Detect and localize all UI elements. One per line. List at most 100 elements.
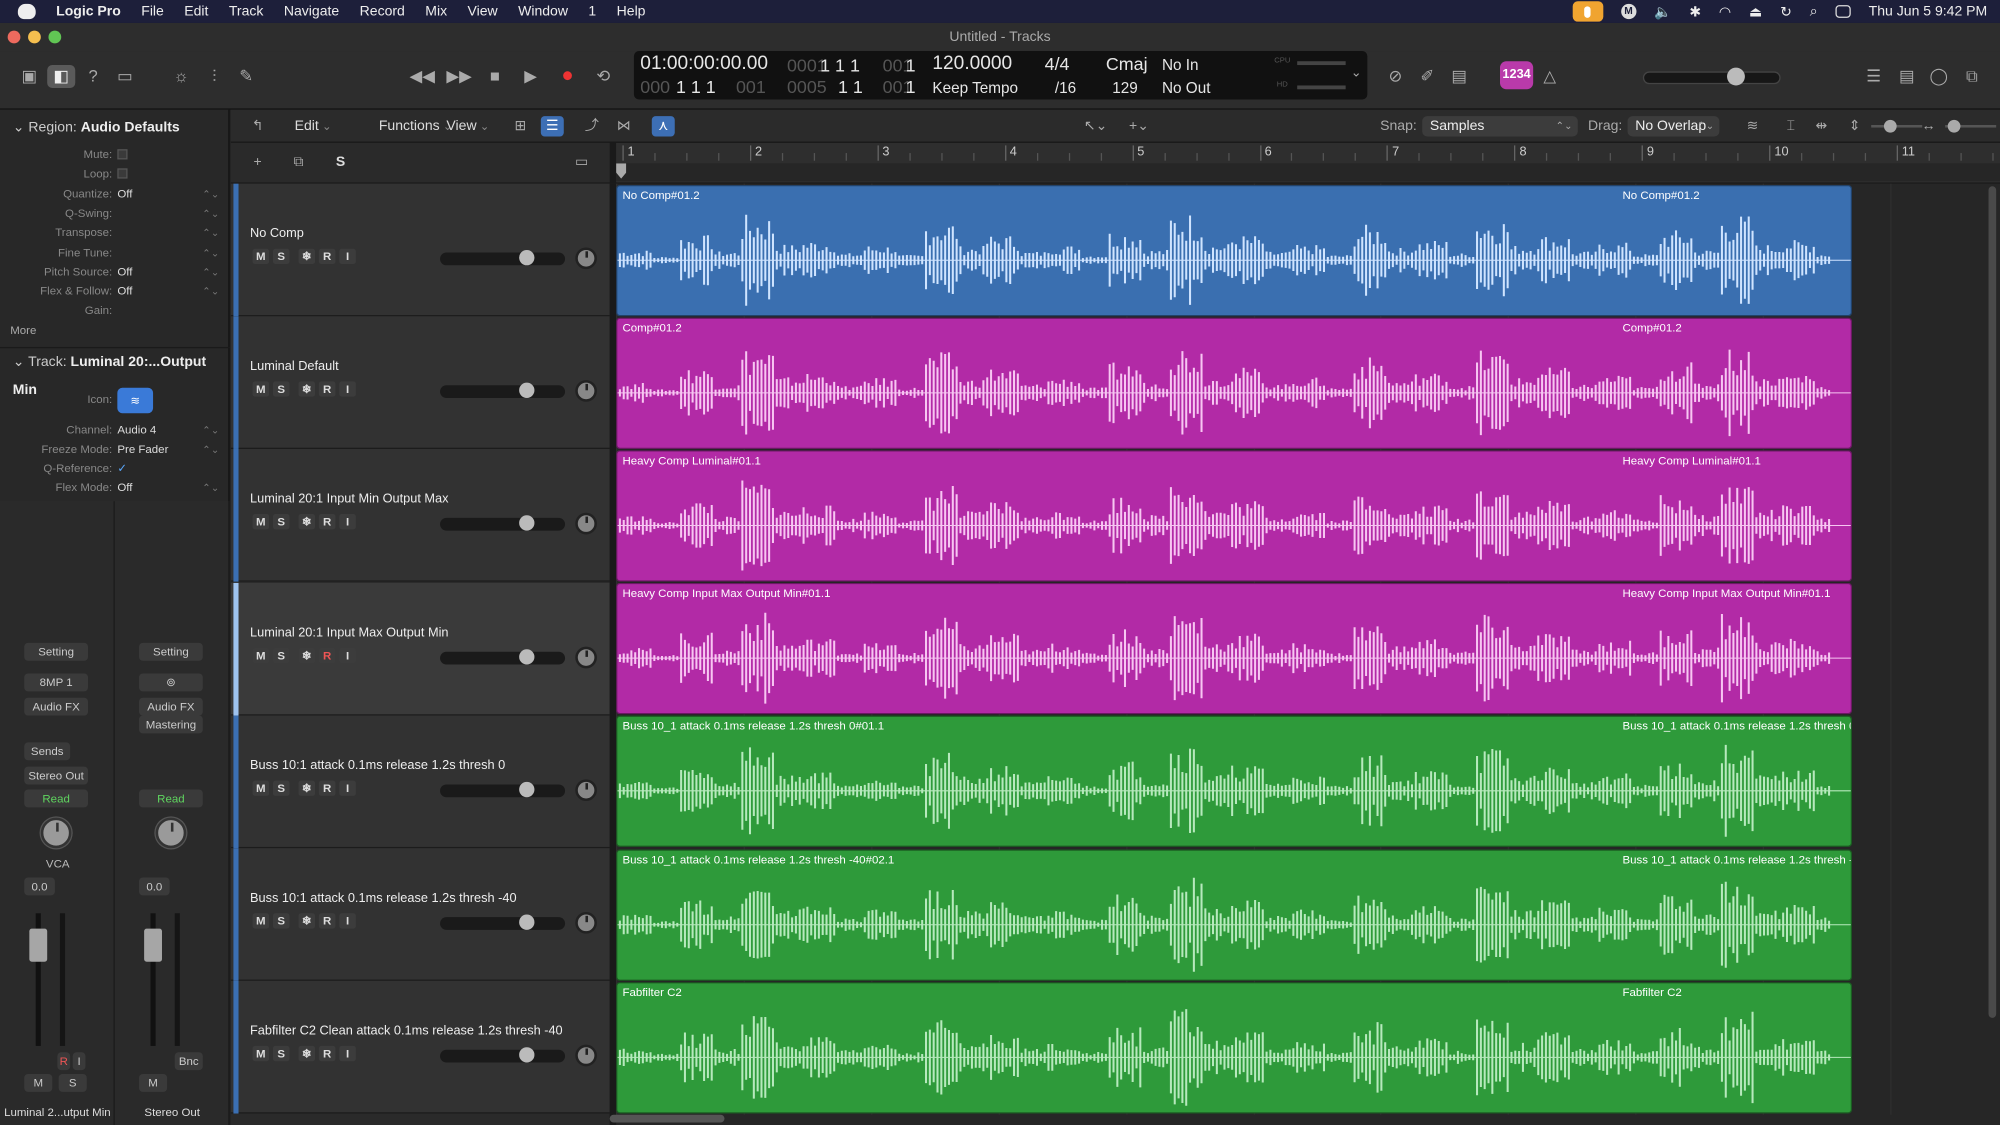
waveform-zoom-icon[interactable]: ≋ xyxy=(1741,116,1764,136)
pointer-tool-icon[interactable]: ↖⌄ xyxy=(1078,116,1114,136)
microphone-icon[interactable] xyxy=(1572,1,1603,22)
wifi-icon[interactable]: ◠ xyxy=(1719,3,1731,20)
solo-button[interactable]: S xyxy=(272,248,290,265)
link-icon[interactable]: ⊚ xyxy=(139,673,203,692)
strip-automation-button[interactable]: Read xyxy=(139,789,203,808)
record-enable-button[interactable]: R xyxy=(318,780,336,796)
strip-mute-button[interactable]: M xyxy=(139,1073,168,1092)
strip-pan-knob[interactable] xyxy=(40,817,72,849)
volume-icon[interactable]: 🔈 xyxy=(1654,3,1671,20)
duplicate-track-icon[interactable]: ⧉ xyxy=(287,152,310,172)
stepper-icon[interactable]: ⌃⌄ xyxy=(202,421,219,440)
stepper-icon[interactable]: ⌃⌄ xyxy=(202,223,219,242)
toolbar-icon[interactable]: ▭ xyxy=(111,65,139,88)
freeze-button[interactable]: ❄ xyxy=(298,780,316,796)
track-name[interactable]: Fabfilter C2 Clean attack 0.1ms release … xyxy=(250,1024,563,1038)
track-volume-slider[interactable] xyxy=(440,518,566,532)
cycle-area[interactable] xyxy=(616,163,2000,182)
track-name[interactable]: Luminal 20:1 Input Max Output Min xyxy=(250,626,449,640)
stepper-icon[interactable]: ⌃⌄ xyxy=(202,184,219,203)
solo-button[interactable]: S xyxy=(272,381,290,397)
catch-icon[interactable]: ⋏ xyxy=(651,116,675,137)
vertical-fit-icon[interactable]: ⌶ xyxy=(1779,116,1802,136)
lcd-division[interactable]: /16 xyxy=(1055,79,1076,97)
play-icon[interactable]: ▶ xyxy=(517,65,545,88)
track-pan-knob[interactable] xyxy=(575,1044,597,1067)
solo-button[interactable]: S xyxy=(272,780,290,796)
metronome-icon[interactable]: △ xyxy=(1536,65,1564,88)
strip-fader-cap[interactable] xyxy=(144,928,162,962)
master-volume-slider[interactable] xyxy=(1642,71,1781,85)
strip-sends-slot[interactable]: Sends xyxy=(24,742,71,761)
track-volume-knob[interactable] xyxy=(519,249,535,266)
strip-pan-knob[interactable] xyxy=(155,817,187,849)
replace-icon[interactable]: ✐ xyxy=(1413,65,1441,88)
track-prop-row[interactable]: Q-Reference: ✓ xyxy=(0,459,230,478)
record-enable-button[interactable]: R xyxy=(318,913,336,929)
zoom-window-button[interactable] xyxy=(48,30,62,44)
search-icon[interactable]: ⌕ xyxy=(1810,3,1818,20)
fast-forward-icon[interactable]: ▶▶ xyxy=(445,65,473,88)
input-monitor-button[interactable]: I xyxy=(339,780,356,796)
track-volume-knob[interactable] xyxy=(519,914,535,930)
track-name[interactable]: Luminal Default xyxy=(250,360,339,374)
track-list-icon[interactable]: ▭ xyxy=(570,152,593,172)
browsers-icon[interactable]: ⧉ xyxy=(1958,65,1986,88)
track-header[interactable]: Luminal Default M S ❄ R I xyxy=(230,316,610,450)
minimize-window-button[interactable] xyxy=(28,30,41,44)
global-solo-icon[interactable]: S xyxy=(329,152,352,172)
strip-setting-button[interactable]: Setting xyxy=(139,642,203,661)
drag-select[interactable]: No Overlap xyxy=(1627,116,1720,137)
track-name[interactable]: Luminal 20:1 Input Min Output Max xyxy=(250,493,449,507)
solo-button[interactable]: S xyxy=(272,913,290,929)
mute-button[interactable]: M xyxy=(252,248,270,265)
list-editors-icon[interactable]: ☰ xyxy=(1860,65,1888,88)
record-enable-button[interactable]: R xyxy=(318,514,336,530)
record-icon[interactable]: ● xyxy=(554,65,582,88)
command-tool-icon[interactable]: +⌄ xyxy=(1121,116,1157,136)
track-volume-slider[interactable] xyxy=(440,651,566,665)
strip-automation-button[interactable]: Read xyxy=(24,789,89,808)
track-name[interactable]: No Comp xyxy=(250,227,304,241)
stepper-icon[interactable]: ⌃⌄ xyxy=(202,243,219,262)
strip-mastering-slot[interactable]: Mastering xyxy=(139,715,203,734)
strip-name-stereo-out[interactable]: Stereo Out xyxy=(115,1102,230,1122)
menu-edit[interactable]: Edit xyxy=(174,4,219,19)
loop-browser-icon[interactable]: ◯ xyxy=(1925,65,1953,88)
strip-audio-fx-slot[interactable]: Audio FX xyxy=(139,697,203,716)
menubar-clock[interactable]: Thu Jun 5 9:42 PM xyxy=(1869,4,1988,19)
solo-button[interactable]: S xyxy=(272,1046,290,1062)
lcd-tempo-mode[interactable]: Keep Tempo xyxy=(932,79,1018,97)
menu-1[interactable]: 1 xyxy=(578,4,606,19)
strip-mute-button[interactable]: M xyxy=(24,1073,53,1092)
app-menu[interactable]: Logic Pro xyxy=(46,4,131,19)
vertical-zoom-knob[interactable] xyxy=(1883,119,1897,133)
input-monitor-button[interactable]: I xyxy=(339,514,356,530)
horizontal-zoom-knob[interactable] xyxy=(1947,119,1961,133)
tuner-icon[interactable]: ⊘ xyxy=(1381,65,1409,88)
view-menu[interactable]: View xyxy=(439,116,497,136)
stepper-icon[interactable]: ⌃⌄ xyxy=(202,478,219,497)
track-pan-knob[interactable] xyxy=(575,513,597,535)
freeze-button[interactable]: ❄ xyxy=(298,647,316,663)
strip-setting-button[interactable]: Setting xyxy=(24,642,89,661)
notepad-icon[interactable]: ▤ xyxy=(1893,65,1921,88)
region-prop-row[interactable]: Quantize: Off ⌃⌄ xyxy=(0,184,230,203)
new-track-icon[interactable]: + xyxy=(246,152,269,172)
track-pan-knob[interactable] xyxy=(575,911,597,934)
record-enable-button[interactable]: R xyxy=(318,647,336,663)
time-machine-icon[interactable]: ↻ xyxy=(1780,3,1792,20)
track-volume-knob[interactable] xyxy=(519,648,535,665)
track-header[interactable]: Buss 10:1 attack 0.1ms release 1.2s thre… xyxy=(230,848,610,981)
track-volume-knob[interactable] xyxy=(519,781,535,797)
track-name[interactable]: Buss 10:1 attack 0.1ms release 1.2s thre… xyxy=(250,892,517,906)
strip-volume-readout[interactable]: 0.0 xyxy=(139,877,170,896)
region-prop-row[interactable]: Gain: xyxy=(0,302,230,321)
region-prop-row[interactable]: Flex & Follow: Off ⌃⌄ xyxy=(0,282,230,301)
strip-name-track[interactable]: Luminal 2...utput Min xyxy=(0,1102,115,1122)
menu-track[interactable]: Track xyxy=(219,4,274,19)
audio-region[interactable]: Buss 10_1 attack 0.1ms release 1.2s thre… xyxy=(616,715,1853,848)
strip-input-button[interactable]: 8MP 1 xyxy=(24,673,89,692)
track-prop-row[interactable]: Channel: Audio 4 ⌃⌄ xyxy=(0,421,230,440)
stop-icon[interactable]: ■ xyxy=(481,65,509,88)
